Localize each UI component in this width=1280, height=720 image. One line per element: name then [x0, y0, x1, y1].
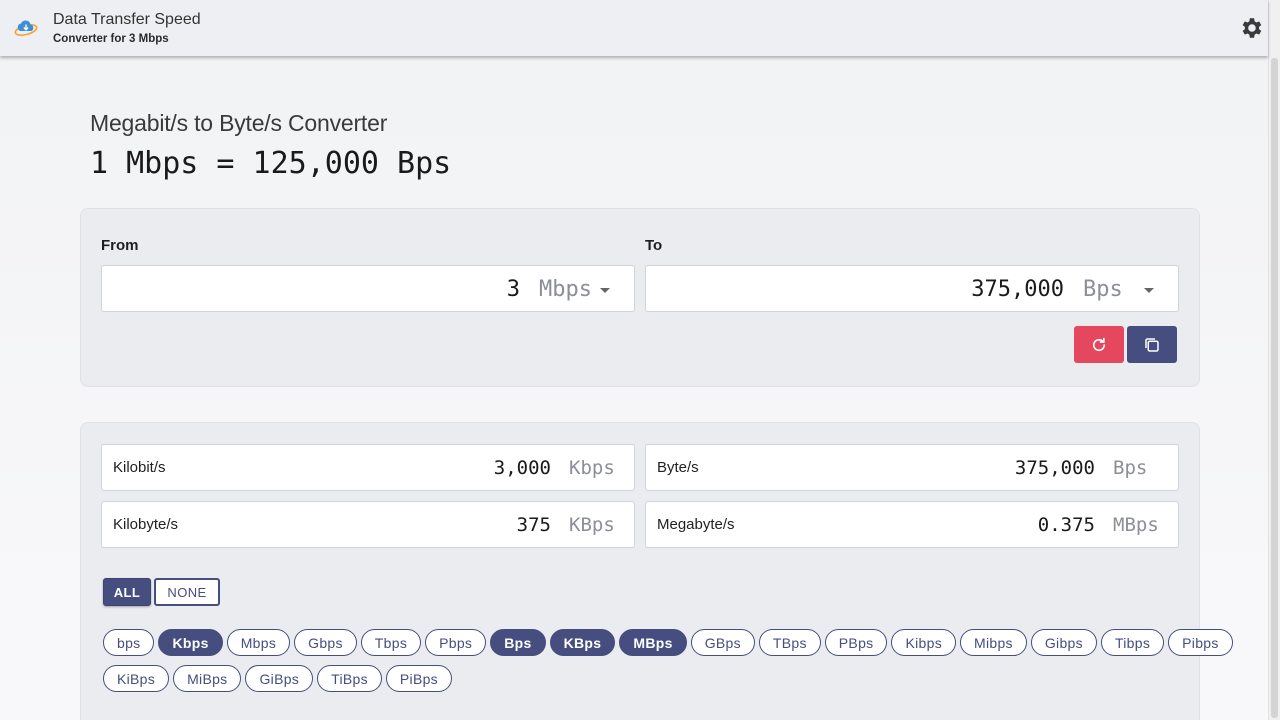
unit-chip-gibps[interactable]: Gibps: [1030, 629, 1097, 656]
result-value[interactable]: 3,000: [494, 457, 551, 479]
result-value[interactable]: 375: [517, 514, 551, 536]
unit-chip-gbps[interactable]: Gbps: [294, 629, 357, 656]
result-label: Kilobyte/s: [113, 516, 179, 533]
select-all-button[interactable]: ALL: [103, 578, 151, 606]
result-value[interactable]: 0.375: [1038, 514, 1095, 536]
to-value[interactable]: 375,000: [971, 277, 1064, 302]
copy-button[interactable]: [1127, 326, 1177, 363]
from-label: From: [101, 237, 139, 254]
unit-chip-mbps[interactable]: MBps: [619, 629, 687, 656]
unit-chip-kbps[interactable]: Kbps: [158, 629, 223, 656]
unit-chip-bps[interactable]: Bps: [490, 629, 546, 656]
result-unit: KBps: [569, 514, 615, 536]
unit-chip-tbps[interactable]: TBps: [758, 629, 821, 656]
unit-chip-gibps[interactable]: GiBps: [245, 665, 314, 692]
unit-chip-mibps[interactable]: MiBps: [173, 665, 242, 692]
unit-chip-tbps[interactable]: Tbps: [360, 629, 422, 656]
from-input[interactable]: 3 Mbps: [101, 265, 635, 312]
unit-chip-pibps[interactable]: PiBps: [385, 665, 452, 692]
result-label: Kilobit/s: [113, 459, 166, 476]
page-heading: Megabit/s to Byte/s Converter: [90, 110, 388, 136]
result-unit: Kbps: [569, 457, 615, 479]
from-unit-select[interactable]: Mbps: [539, 277, 592, 302]
unit-chip-kibps[interactable]: Kibps: [891, 629, 956, 656]
to-input[interactable]: 375,000 Bps: [645, 265, 1179, 312]
from-value[interactable]: 3: [507, 277, 520, 302]
unit-chip-pbps[interactable]: PBps: [824, 629, 888, 656]
unit-chip-tibps[interactable]: Tibps: [1100, 629, 1165, 656]
result-unit: MBps: [1113, 514, 1159, 536]
unit-chip-mibps[interactable]: Mibps: [960, 629, 1027, 656]
unit-chip-row: KiBps MiBps GiBps TiBps PiBps: [103, 665, 452, 692]
unit-chip-gbps[interactable]: GBps: [690, 629, 755, 656]
to-unit-select[interactable]: Bps: [1083, 277, 1123, 302]
cloud-transfer-icon: [14, 20, 38, 36]
result-megabyte: Megabyte/s 0.375 MBps: [645, 501, 1179, 548]
refresh-icon: [1092, 337, 1106, 351]
scrollbar-thumb[interactable]: [1271, 58, 1278, 718]
unit-chip-pbps[interactable]: Pbps: [425, 629, 487, 656]
chevron-down-icon[interactable]: [1144, 288, 1154, 293]
reset-button[interactable]: [1074, 326, 1124, 363]
conversion-formula: 1 Mbps = 125,000 Bps: [90, 146, 452, 181]
unit-chip-row: bps Kbps Mbps Gbps Tbps Pbps Bps KBps MBps GBps TB…: [103, 629, 1233, 656]
unit-chip-pibps[interactable]: Pibps: [1168, 629, 1233, 656]
app-subtitle: Converter for 3 Mbps: [53, 33, 169, 45]
result-kilobit: Kilobit/s 3,000 Kbps: [101, 444, 635, 491]
gear-icon[interactable]: [1238, 15, 1264, 41]
page-scrollbar[interactable]: [1268, 0, 1280, 720]
result-label: Byte/s: [657, 459, 699, 476]
select-none-button[interactable]: NONE: [154, 578, 220, 606]
to-label: To: [645, 237, 663, 254]
copy-icon: [1145, 337, 1159, 352]
converter-panel: From To 3 Mbps 375,000 Bps: [80, 208, 1200, 387]
unit-chip-kbps[interactable]: KBps: [549, 629, 616, 656]
result-label: Megabyte/s: [657, 516, 735, 533]
results-panel: Kilobit/s 3,000 Kbps Byte/s 375,000 Bps …: [80, 422, 1233, 720]
result-unit: Bps: [1113, 457, 1148, 479]
app-title: Data Transfer Speed: [53, 11, 201, 28]
result-kilobyte: Kilobyte/s 375 KBps: [101, 501, 635, 548]
unit-chip-mbps[interactable]: Mbps: [226, 629, 291, 656]
result-value[interactable]: 375,000: [1015, 457, 1095, 479]
top-app-bar: Data Transfer Speed Converter for 3 Mbps: [0, 0, 1268, 56]
unit-chip-bps[interactable]: bps: [103, 629, 155, 656]
unit-chip-kibps[interactable]: KiBps: [103, 665, 170, 692]
chevron-down-icon[interactable]: [600, 288, 610, 293]
unit-chip-tibps[interactable]: TiBps: [317, 665, 382, 692]
result-byte: Byte/s 375,000 Bps: [645, 444, 1179, 491]
